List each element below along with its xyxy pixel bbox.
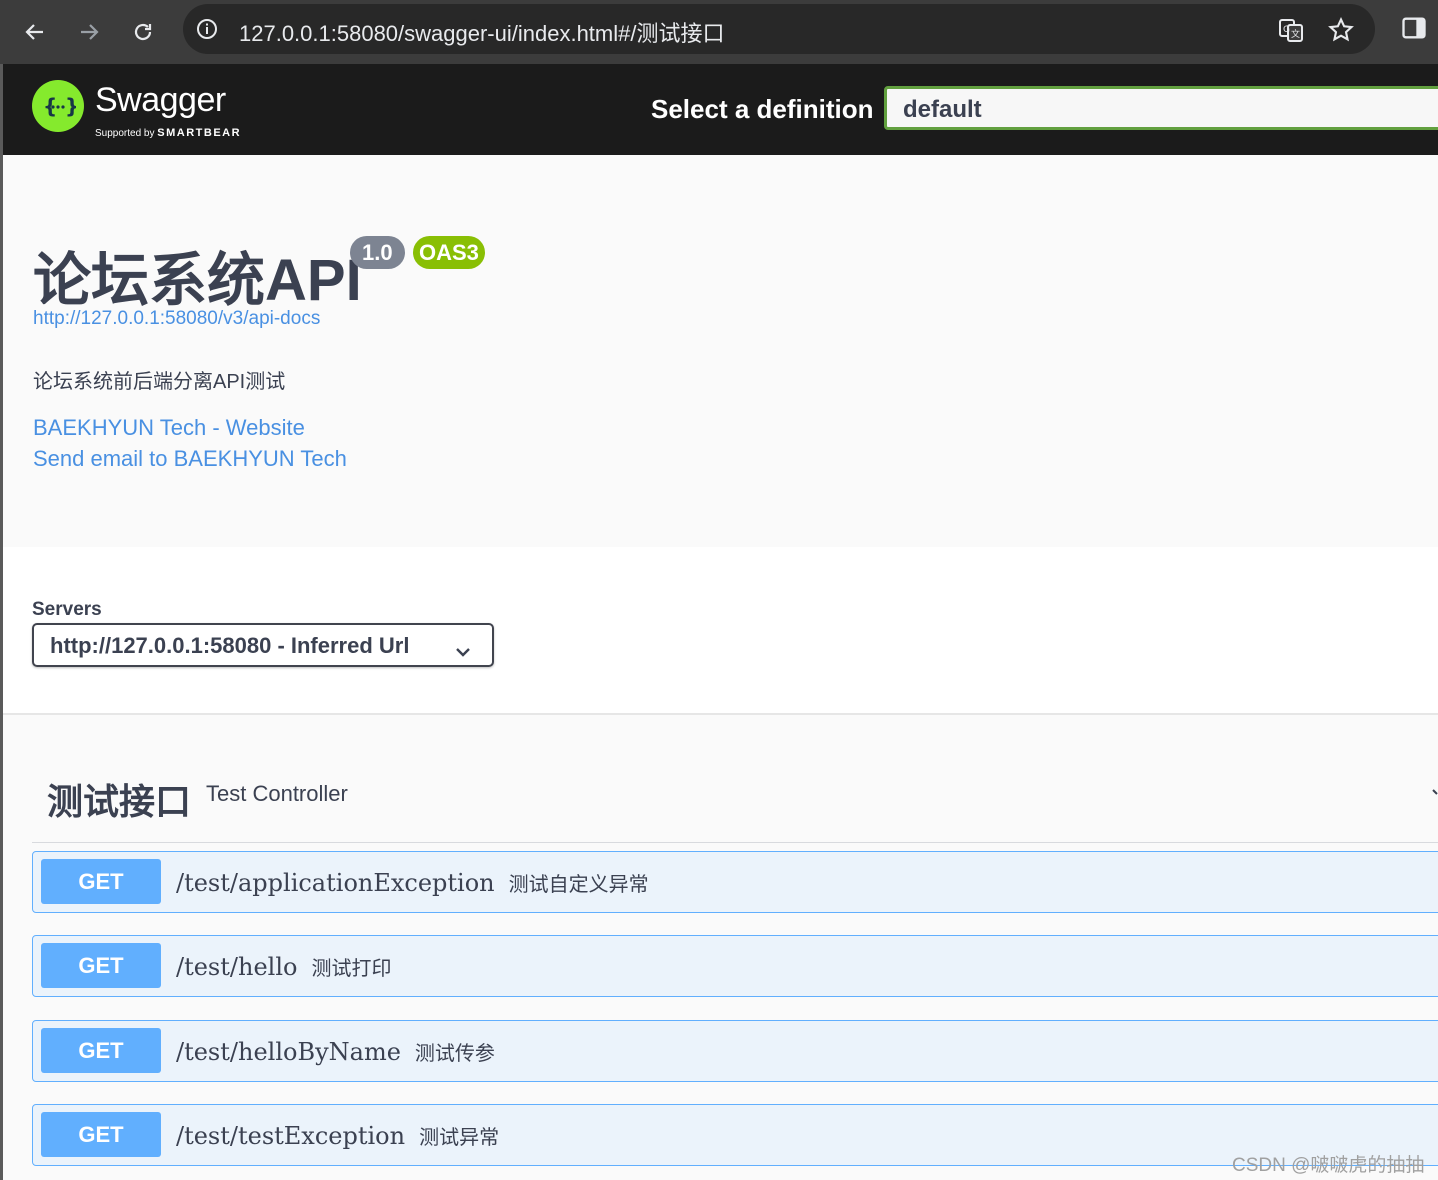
swagger-logo-icon[interactable]: {} [32, 80, 84, 132]
arrow-right-icon [81, 24, 99, 40]
svg-text:文: 文 [1291, 28, 1300, 40]
definition-select[interactable]: default [884, 86, 1438, 130]
site-info-icon[interactable] [195, 17, 219, 46]
operation-path-block: /test/applicationException 测试自定义异常 [176, 868, 649, 897]
email-link[interactable]: Send email to BAEKHYUN Tech [33, 446, 347, 472]
svg-text:G: G [1283, 25, 1290, 35]
translate-icon[interactable]: G文 [1277, 16, 1305, 49]
method-badge: GET [41, 1028, 161, 1073]
operation-summary: 测试打印 [311, 958, 392, 980]
svg-text:{: { [43, 94, 57, 118]
logo-text: Swagger [95, 81, 226, 119]
definition-select-value: default [903, 96, 982, 123]
version-badge: 1.0 [350, 236, 405, 269]
operation-row[interactable]: GET /test/hello 测试打印 [32, 935, 1438, 997]
page-title: 论坛系统API [33, 248, 362, 313]
operation-row[interactable]: GET /test/testException 测试异常 [32, 1104, 1438, 1166]
servers-label: Servers [32, 599, 102, 620]
swagger-topbar: {} Swagger Supported by SMARTBEAR Select… [3, 64, 1438, 155]
side-panel-icon[interactable] [1400, 14, 1428, 47]
reload-button[interactable] [123, 12, 163, 52]
smartbear-text: SMARTBEAR [157, 127, 242, 139]
svg-text:}: } [65, 94, 76, 118]
operation-path: /test/testException [176, 1122, 406, 1150]
logo-subtitle: Supported by SMARTBEAR [95, 127, 241, 139]
operation-summary: 测试自定义异常 [508, 874, 649, 896]
method-badge: GET [41, 859, 161, 904]
server-select[interactable]: http://127.0.0.1:58080 - Inferred Url [32, 623, 494, 667]
tag-title[interactable]: 测试接口 [47, 773, 191, 825]
forward-button[interactable] [69, 12, 109, 52]
operation-path: /test/helloByName [176, 1038, 401, 1066]
operation-path-block: /test/testException 测试异常 [176, 1121, 499, 1150]
operation-path: /test/applicationException [176, 869, 495, 897]
operation-path-block: /test/helloByName 测试传参 [176, 1037, 495, 1066]
operation-summary: 测试传参 [414, 1043, 495, 1065]
back-button[interactable] [15, 12, 55, 52]
watermark: CSDN @啵啵虎的抽抽 [1232, 1155, 1425, 1176]
browser-toolbar: 127.0.0.1:58080/swagger-ui/index.html#/测… [0, 0, 1438, 64]
operation-path-block: /test/hello 测试打印 [176, 952, 391, 981]
operation-path: /test/hello [176, 953, 298, 981]
arrow-left-icon [25, 24, 43, 40]
tag-collapse-icon[interactable] [1431, 787, 1438, 806]
operation-row[interactable]: GET /test/applicationException 测试自定义异常 [32, 851, 1438, 913]
oas-badge: OAS3 [413, 236, 485, 269]
website-link[interactable]: BAEKHYUN Tech - Website [33, 415, 305, 441]
reload-icon [134, 23, 152, 41]
url-text: 127.0.0.1:58080/swagger-ui/index.html#/测… [239, 21, 725, 46]
operations-section: 测试接口 Test Controller GET /test/applicati… [3, 715, 1438, 1180]
chevron-down-icon [454, 639, 472, 665]
tag-divider [32, 842, 1438, 843]
servers-section: Servers http://127.0.0.1:58080 - Inferre… [3, 547, 1438, 715]
operation-summary: 测试异常 [419, 1127, 500, 1149]
server-select-value: http://127.0.0.1:58080 - Inferred Url [50, 633, 410, 658]
method-badge: GET [41, 1112, 161, 1157]
tag-description: Test Controller [206, 781, 348, 806]
address-bar[interactable]: 127.0.0.1:58080/swagger-ui/index.html#/测… [183, 4, 1375, 54]
method-badge: GET [41, 943, 161, 988]
bookmark-star-icon[interactable] [1327, 16, 1355, 49]
api-docs-link[interactable]: http://127.0.0.1:58080/v3/api-docs [33, 308, 320, 330]
operation-row[interactable]: GET /test/helloByName 测试传参 [32, 1020, 1438, 1082]
api-description: 论坛系统前后端分离API测试 [33, 371, 286, 393]
info-section: 论坛系统API 1.0 OAS3 http://127.0.0.1:58080/… [3, 155, 1438, 547]
supported-by-text: Supported by [95, 128, 155, 139]
select-definition-label: Select a definition [651, 94, 874, 124]
